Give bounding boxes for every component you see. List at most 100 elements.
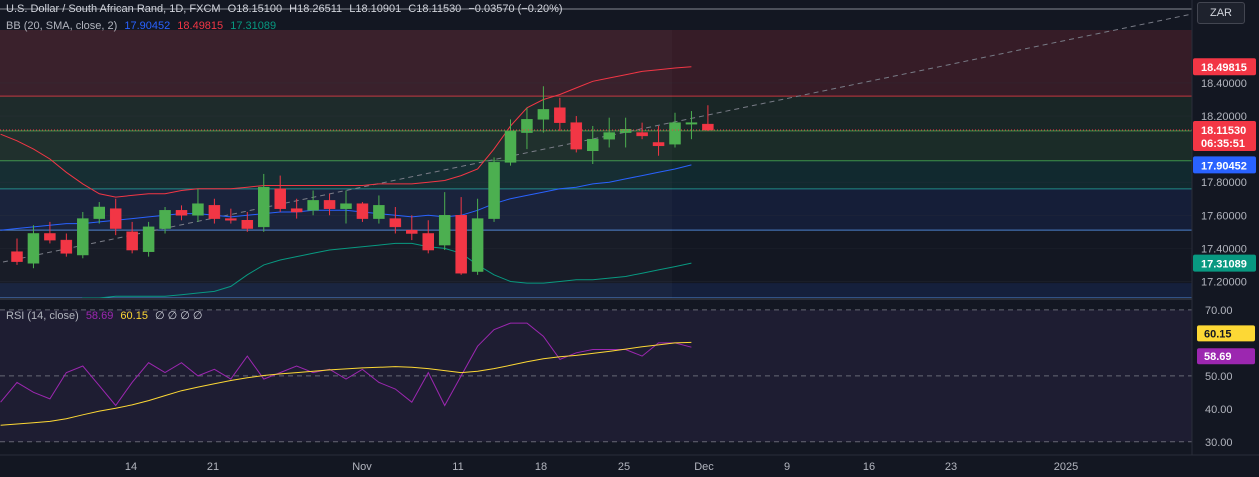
bb-upper-tag-text: 18.49815 [1201, 62, 1247, 74]
candle-body [554, 107, 566, 123]
candle[interactable] [77, 211, 89, 259]
candle-body [537, 109, 550, 120]
candle-body [340, 203, 352, 209]
candle-body [488, 162, 500, 219]
candle-body [652, 142, 665, 147]
candle-body [307, 200, 319, 211]
candle-body [504, 130, 517, 163]
rsi-ma-tag[interactable]: 60.15 [1197, 325, 1255, 342]
time-tick-label: 11 [452, 461, 463, 473]
ohlc-change: −0.03570 (−0.20%) [468, 3, 563, 15]
time-tick-label: Dec [694, 461, 714, 473]
price-tick-label: 17.20000 [1201, 276, 1247, 288]
candle-body [455, 215, 467, 274]
candle-body [258, 186, 270, 228]
price-tick-label: 17.60000 [1201, 210, 1247, 222]
time-tick-label: 25 [618, 461, 630, 473]
time-tick-label: 14 [125, 461, 137, 473]
bb-upper-tag[interactable]: 18.49815 [1193, 58, 1256, 76]
bollinger-legend[interactable]: BB (20, SMA, close, 2) 17.90452 18.49815… [6, 20, 280, 32]
rsi-tick-label: 40.00 [1205, 404, 1233, 416]
price-pane [0, 0, 1193, 332]
rsi-label[interactable]: RSI (14, close) [6, 310, 79, 322]
candle-body [373, 205, 385, 219]
candle-body [471, 218, 484, 272]
time-tick-label: 18 [535, 461, 547, 473]
candle-body [702, 123, 714, 131]
time-tick-label: 21 [207, 461, 219, 473]
candle-body [570, 122, 583, 150]
candle-body [208, 205, 221, 219]
candle-body [126, 231, 138, 251]
time-tick-label: 2025 [1054, 461, 1078, 473]
candle-body [93, 206, 105, 219]
candle[interactable] [488, 157, 500, 222]
rsi-ma-tag-text: 60.15 [1204, 328, 1232, 340]
candle-body [159, 210, 171, 229]
candle-body [636, 132, 648, 137]
candle-body [77, 218, 89, 256]
ohlc-close: C18.11530 [408, 3, 462, 15]
bb-lower-tag-text: 17.31089 [1201, 259, 1247, 271]
candle-body [603, 132, 615, 140]
ohlc-high: H18.26511 [289, 3, 343, 15]
candle-body [685, 122, 698, 125]
candle-body [587, 138, 599, 152]
symbol-legend[interactable]: U.S. Dollar / South African Rand, 1D, FX… [6, 3, 567, 15]
price-tick-label: 18.40000 [1201, 78, 1247, 90]
candle-body [241, 219, 254, 229]
candle-body [225, 218, 237, 221]
currency-button[interactable]: ZAR [1197, 2, 1245, 24]
candle-body [109, 208, 122, 229]
ohlc-low: L18.10901 [349, 3, 402, 15]
time-tick-label: Nov [352, 461, 372, 473]
rsi-ma-value: 60.15 [120, 310, 148, 322]
bb-basis-tag-text: 17.90452 [1201, 160, 1247, 172]
candle-body [192, 203, 204, 216]
candle-body [521, 119, 533, 133]
candle-body [422, 233, 434, 251]
bb-lower-tag[interactable]: 17.31089 [1193, 254, 1256, 272]
last-price-tag-text: 06:35:51 [1201, 138, 1245, 150]
candle-body [290, 208, 303, 213]
candle-body [274, 188, 286, 209]
bb-basis-tag[interactable]: 17.90452 [1193, 156, 1256, 174]
candle-body [11, 251, 23, 262]
bb-upper-value: 18.49815 [177, 20, 224, 32]
rsi-value: 58.69 [85, 310, 114, 322]
candle-body [142, 226, 155, 252]
rsi-value-tag-text: 58.69 [1204, 351, 1232, 363]
candle-body [323, 200, 336, 209]
rsi-extras: ∅ ∅ ∅ ∅ [155, 310, 203, 322]
time-tick-label: 23 [945, 461, 957, 473]
last-price-tag[interactable]: 18.1153006:35:51 [1193, 121, 1256, 152]
time-tick-label: 9 [784, 461, 790, 473]
rsi-pane [0, 300, 1192, 455]
candle-body [27, 233, 40, 264]
bb-label[interactable]: BB (20, SMA, close, 2) [6, 20, 117, 32]
chart-canvas: 18.4000018.2000017.8000017.6000017.40000… [0, 0, 1259, 477]
bb-basis-value: 17.90452 [124, 20, 171, 32]
ohlc-open: O18.15100 [227, 3, 283, 15]
symbol-title[interactable]: U.S. Dollar / South African Rand, 1D, FX… [6, 3, 221, 15]
candle-body [356, 203, 369, 219]
candle-body [44, 233, 56, 241]
rsi-tick-label: 70.00 [1205, 305, 1233, 317]
forecast-shade [0, 30, 672, 298]
rsi-tick-label: 30.00 [1205, 437, 1233, 449]
rsi-tick-label: 50.00 [1205, 371, 1233, 383]
last-price-tag-text: 18.11530 [1201, 125, 1246, 137]
rsi-legend[interactable]: RSI (14, close) 58.69 60.15 ∅ ∅ ∅ ∅ [6, 309, 207, 322]
candle-body [175, 210, 188, 216]
bb-lower-value: 17.31089 [230, 20, 277, 32]
rsi-value-tag[interactable]: 58.69 [1197, 348, 1255, 365]
price-tick-label: 17.80000 [1201, 177, 1247, 189]
candle-body [406, 229, 418, 234]
price-tick-label: 17.40000 [1201, 243, 1247, 255]
candle-body [389, 218, 402, 228]
candle-body [438, 215, 451, 246]
time-tick-label: 16 [863, 461, 875, 473]
candle[interactable] [142, 221, 155, 257]
candle-body [60, 239, 73, 254]
candle-body [669, 122, 681, 145]
